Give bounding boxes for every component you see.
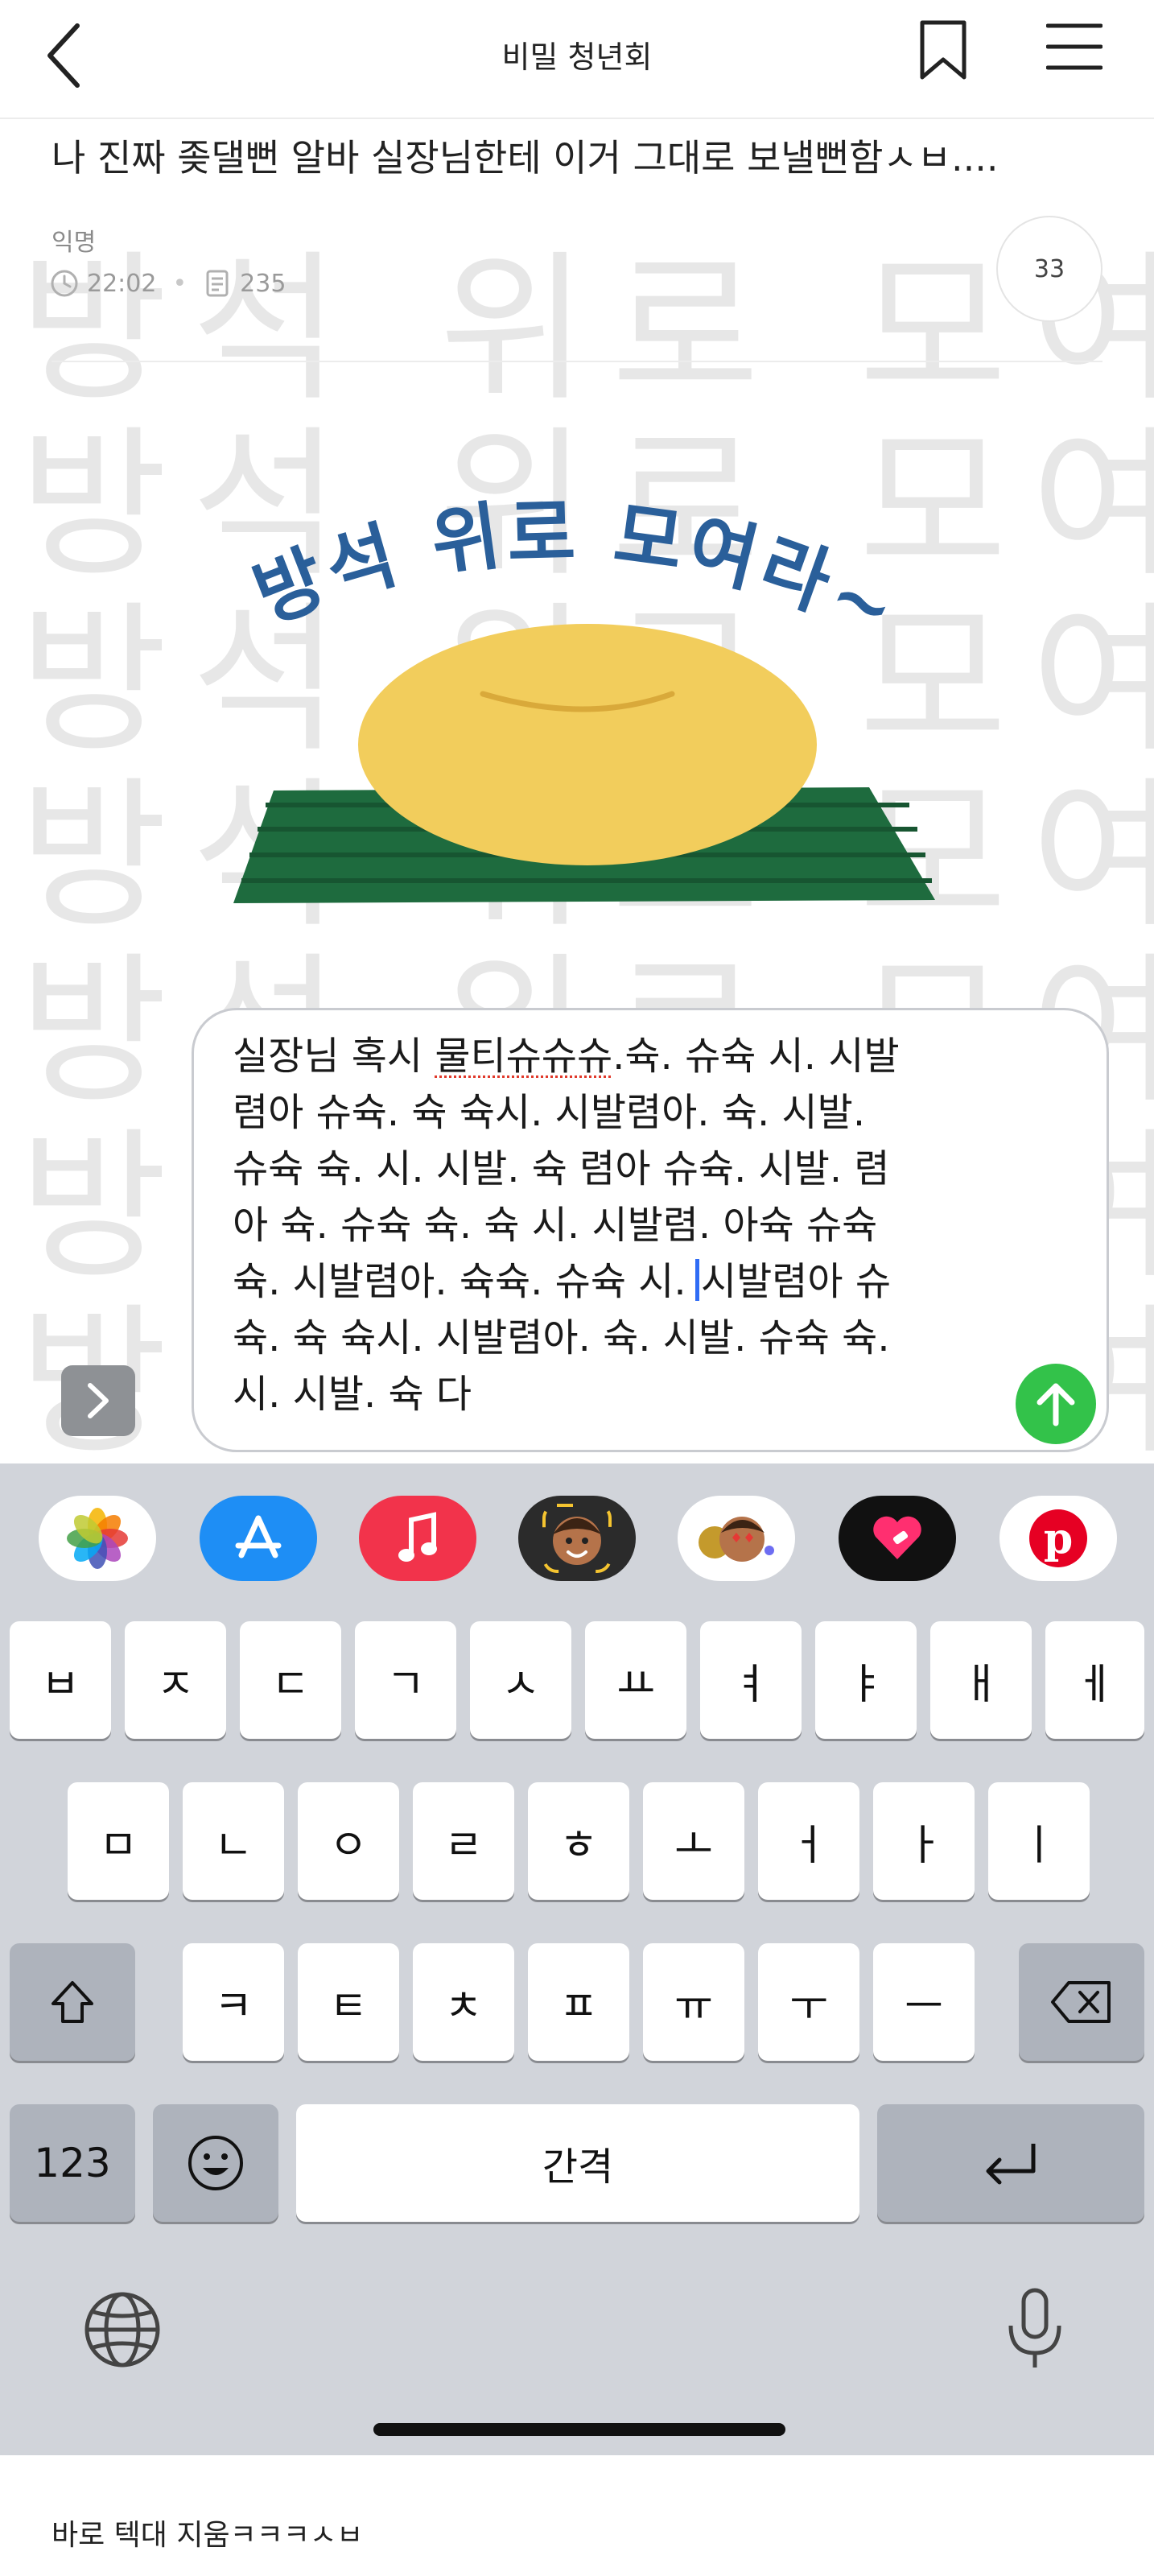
key[interactable]: ㅣ	[988, 1782, 1090, 1900]
message-line: 슉. 슉 슉시. 시발렴아. 슉. 시발. 슈슉 슉.	[233, 1315, 890, 1360]
message-segment: 시발렴아 슈	[700, 1259, 891, 1304]
key[interactable]: ㅍ	[528, 1943, 629, 2061]
post-title: 나 진짜 좆댈뻔 알바 실장님한테 이거 그대로 보낼뻔함ㅅㅂ....	[52, 136, 999, 180]
pinterest-glyph: p	[1029, 1509, 1087, 1567]
music-icon[interactable]	[359, 1496, 476, 1581]
comment-count-button[interactable]: 33	[996, 216, 1102, 322]
memoji-icon[interactable]	[518, 1496, 636, 1581]
dictation-button[interactable]	[990, 2280, 1080, 2380]
bookmark-button[interactable]	[917, 18, 979, 90]
hamburger-menu-icon	[1045, 23, 1103, 70]
key[interactable]: ㅂ	[10, 1621, 111, 1739]
space-key[interactable]: 간격	[296, 2104, 859, 2222]
app-store-glyph	[235, 1515, 282, 1558]
message-line: 슈슉 슉. 시. 시발. 슉 렴아 슈슉. 시발. 렴	[233, 1146, 890, 1191]
app-store-icon[interactable]	[200, 1496, 317, 1581]
delete-key[interactable]	[1019, 1943, 1144, 2061]
globe-icon	[84, 2292, 160, 2368]
key[interactable]: ㄹ	[413, 1782, 514, 1900]
key[interactable]: ㅔ	[1045, 1621, 1144, 1739]
views-icon	[206, 270, 229, 297]
return-icon	[986, 2144, 1036, 2185]
menu-button[interactable]	[1045, 21, 1119, 89]
pinterest-icon[interactable]: p	[999, 1496, 1117, 1581]
message-text: 실장님 혹시 물티슈슈슈.슉. 슈슉 시. 시발 렴아 슈슉. 슉 슉시. 시발…	[233, 1028, 900, 1422]
keyboard: p ㅂ ㅈ ㄷ ㄱ ㅅ ㅛ ㅕ ㅑ ㅐ ㅔ ㅁ ㄴ ㅇ ㄹ ㅎ ㅗ ㅓ ㅏ ㅣ …	[0, 1463, 1154, 2455]
shift-key[interactable]	[10, 1943, 135, 2061]
spellcheck-underlined-word: 물티슈슈슈	[435, 1034, 613, 1079]
key[interactable]: ㅈ	[125, 1621, 226, 1739]
key[interactable]: ㅛ	[585, 1621, 686, 1739]
key[interactable]: ㅕ	[700, 1621, 802, 1739]
shift-icon	[52, 1981, 93, 2023]
text-caret	[694, 1259, 699, 1301]
comment-count: 33	[1033, 254, 1065, 283]
post-body-text: 바로 텍대 지움ㅋㅋㅋㅅㅂ	[52, 2519, 364, 2552]
heart-glyph	[873, 1516, 921, 1559]
key[interactable]: ㄷ	[240, 1621, 341, 1739]
message-line: 렴아 슈슉. 슉 슉시. 시발렴아. 슉. 시발.	[233, 1090, 866, 1135]
key[interactable]: ㅓ	[758, 1782, 859, 1900]
key[interactable]: ㅐ	[930, 1621, 1032, 1739]
key[interactable]: ㄱ	[355, 1621, 456, 1739]
heart-app-icon[interactable]	[839, 1496, 956, 1581]
board-title: 비밀 청년회	[501, 39, 653, 75]
music-note-glyph	[398, 1512, 437, 1562]
key[interactable]: ㅑ	[815, 1621, 917, 1739]
message-line: 시. 시발. 슉 다	[233, 1372, 472, 1417]
top-navigation-bar: 비밀 청년회	[0, 0, 1154, 119]
backspace-icon	[1051, 1981, 1111, 2023]
key[interactable]: ㅡ	[873, 1943, 975, 2061]
message-line: 슉. 시발렴아. 슉슉. 슈슉 시. 시발렴아 슈	[233, 1253, 900, 1310]
yellow-cushion	[358, 624, 817, 865]
bookmark-icon	[920, 20, 966, 80]
key[interactable]: ㅎ	[528, 1782, 629, 1900]
chevron-right-icon	[88, 1383, 109, 1418]
return-key[interactable]	[877, 2104, 1144, 2222]
key[interactable]: ㅌ	[298, 1943, 399, 2061]
key[interactable]: ㅇ	[298, 1782, 399, 1900]
memoji-face	[542, 1504, 612, 1573]
divider	[52, 361, 1102, 362]
photos-icon[interactable]	[39, 1496, 156, 1581]
key[interactable]: ㅁ	[68, 1782, 169, 1900]
numbers-key[interactable]: 123	[10, 2104, 135, 2222]
expand-apps-button[interactable]	[61, 1365, 135, 1436]
message-line: 아 슉. 슈슉 슉. 슉 시. 시발렴. 아슉 슈슉	[233, 1203, 878, 1248]
message-input[interactable]: 실장님 혹시 물티슈슈슈.슉. 슈슉 시. 시발 렴아 슈슉. 슉 슉시. 시발…	[192, 1008, 1109, 1452]
author-name: 익명	[52, 229, 97, 257]
key[interactable]: ㅅ	[470, 1621, 571, 1739]
key[interactable]: ㅗ	[643, 1782, 744, 1900]
meta-separator: •	[172, 269, 188, 298]
svg-text:p: p	[1044, 1514, 1073, 1563]
message-segment: .슉. 슈슉 시. 시발	[612, 1034, 900, 1079]
key[interactable]: ㅠ	[643, 1943, 744, 2061]
send-button[interactable]	[1016, 1364, 1096, 1444]
key[interactable]: ㅏ	[873, 1782, 975, 1900]
post-meta: 22:02 • 235	[50, 269, 286, 298]
view-count: 235	[240, 269, 286, 298]
photos-flower	[67, 1508, 128, 1569]
post-time: 22:02	[87, 269, 157, 298]
arrow-up-icon	[1037, 1383, 1075, 1426]
emoji-icon	[188, 2136, 243, 2190]
home-indicator[interactable]	[373, 2423, 785, 2436]
memoji-stickers-faces	[699, 1517, 774, 1562]
key[interactable]: ㄴ	[183, 1782, 284, 1900]
microphone-icon	[1008, 2288, 1061, 2368]
message-segment: 슉. 시발렴아. 슉슉. 슈슉 시.	[233, 1259, 686, 1304]
key[interactable]: ㅜ	[758, 1943, 859, 2061]
key[interactable]: ㅊ	[413, 1943, 514, 2061]
key[interactable]: ㅋ	[183, 1943, 284, 2061]
emoji-key[interactable]	[153, 2104, 278, 2222]
globe-button[interactable]	[77, 2285, 167, 2375]
imessage-app-strip: p	[0, 1463, 1154, 1618]
message-segment: 실장님 혹시	[233, 1034, 435, 1079]
cushion-illustration: 방석 위로 모여라~	[233, 489, 935, 903]
message-line: 실장님 혹시 물티슈슈슈.슉. 슈슉 시. 시발	[233, 1028, 900, 1084]
clock-icon	[51, 270, 78, 297]
memoji-stickers-icon[interactable]	[678, 1496, 795, 1581]
